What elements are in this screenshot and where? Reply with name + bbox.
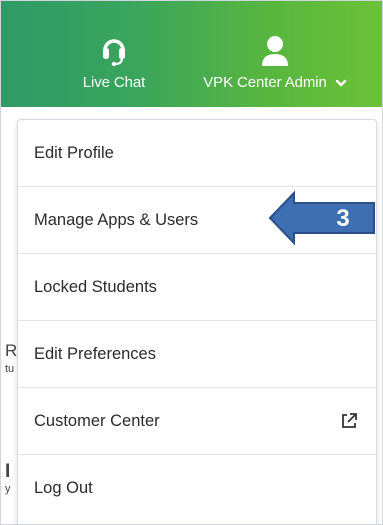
external-link-icon (342, 413, 357, 428)
user-icon (261, 27, 289, 67)
headset-icon (101, 27, 127, 67)
callout-step-number: 3 (336, 205, 350, 232)
user-dropdown-menu: Edit Profile Manage Apps & Users Locked … (17, 119, 377, 524)
menu-item-label: Edit Profile (34, 143, 114, 162)
menu-item-customer-center[interactable]: Customer Center (18, 388, 376, 455)
live-chat-label: Live Chat (82, 74, 146, 91)
top-header-bar: Live Chat VPK Center Admin (1, 1, 382, 107)
menu-item-label: Locked Students (34, 277, 157, 296)
background-text-fragment: R (5, 341, 18, 360)
menu-item-log-out[interactable]: Log Out (18, 455, 376, 522)
menu-item-label: Customer Center (34, 411, 160, 430)
background-text-fragment: tu (5, 363, 15, 375)
chevron-down-icon (335, 79, 346, 86)
menu-item-edit-profile[interactable]: Edit Profile (18, 120, 376, 187)
menu-item-label: Log Out (34, 479, 93, 497)
screenshot-frame: R tu I y Live Chat VPK Center Admin Edit… (0, 0, 383, 525)
menu-item-edit-preferences[interactable]: Edit Preferences (18, 321, 376, 388)
live-chat-button[interactable]: Live Chat (69, 1, 159, 107)
background-text-fragment: I (5, 461, 11, 482)
user-name-label: VPK Center Admin (203, 74, 327, 91)
menu-item-label: Edit Preferences (34, 344, 156, 363)
user-menu-button[interactable]: VPK Center Admin (177, 1, 373, 107)
menu-item-locked-students[interactable]: Locked Students (18, 254, 376, 321)
background-text-fragment: y (5, 483, 11, 495)
menu-item-label: Manage Apps & Users (34, 210, 199, 229)
